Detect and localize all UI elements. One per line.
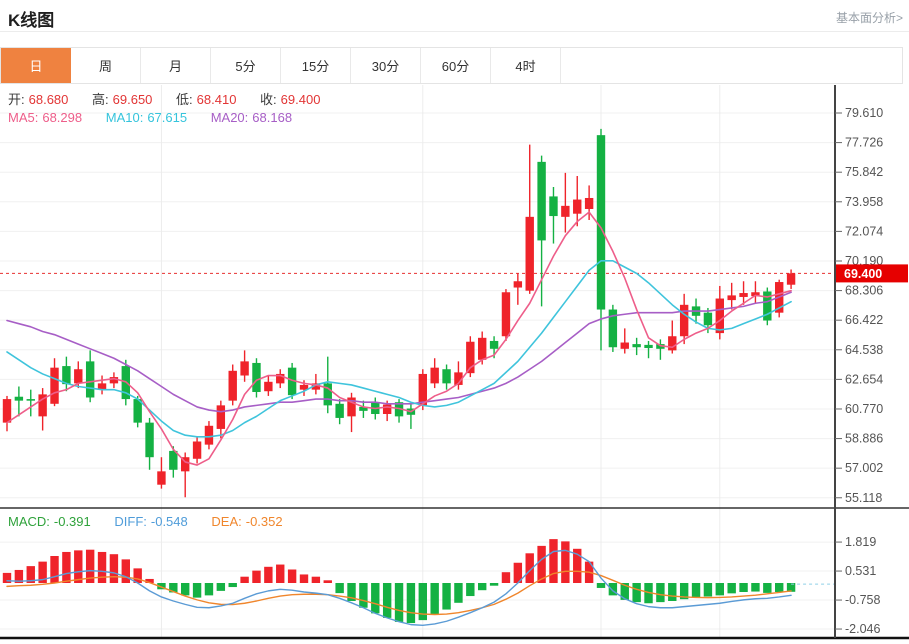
- high-label: 高:: [92, 92, 109, 107]
- svg-text:64.538: 64.538: [845, 343, 883, 357]
- candles-layer: [2, 128, 796, 498]
- macd-label: MACD:: [8, 514, 50, 529]
- svg-text:69.400: 69.400: [844, 267, 882, 281]
- tab-60min[interactable]: 60分: [421, 48, 491, 83]
- tabbar-filler: [561, 48, 902, 83]
- period-tabbar: 日 周 月 5分 15分 30分 60分 4时: [0, 47, 903, 84]
- diff-value: -0.548: [150, 514, 188, 529]
- ma10-label: MA10:: [105, 110, 144, 125]
- dea-label: DEA:: [211, 514, 242, 529]
- svg-text:73.958: 73.958: [845, 195, 883, 209]
- tab-4hour[interactable]: 4时: [491, 48, 561, 83]
- svg-text:-2.046: -2.046: [845, 622, 880, 636]
- ma5-label: MA5:: [8, 110, 39, 125]
- close-label: 收:: [260, 92, 277, 107]
- macd-readout: MACD: -0.391 DIFF: -0.548 DEA: -0.352: [8, 514, 287, 529]
- ma20-label: MA20:: [210, 110, 249, 125]
- svg-text:1.819: 1.819: [845, 535, 876, 549]
- kline-widget: 79.610 77.726 75.842 73.958 72.074 70.190 68.3…: [0, 0, 909, 644]
- svg-text:72.074: 72.074: [845, 224, 883, 238]
- page-title: K线图: [8, 11, 55, 30]
- tab-day[interactable]: 日: [1, 48, 71, 83]
- ma5-value: 68.298: [42, 110, 83, 125]
- svg-text:66.422: 66.422: [845, 313, 883, 327]
- ohlc-readout: 开: 68.680 高: 69.650 低: 68.410 收: 69.400: [8, 89, 324, 108]
- svg-text:62.654: 62.654: [845, 372, 883, 386]
- low-value: 68.410: [196, 92, 237, 107]
- svg-text:77.726: 77.726: [845, 136, 883, 150]
- dea-value: -0.352: [245, 514, 283, 529]
- tab-week[interactable]: 周: [71, 48, 141, 83]
- tab-15min[interactable]: 15分: [281, 48, 351, 83]
- svg-text:55.118: 55.118: [845, 491, 882, 505]
- ma20-value: 68.168: [252, 110, 293, 125]
- header: K线图 基本面分析>: [0, 0, 909, 32]
- svg-text:-0.758: -0.758: [845, 593, 880, 607]
- svg-text:58.886: 58.886: [845, 432, 883, 446]
- diff-label: DIFF:: [114, 514, 147, 529]
- tab-month[interactable]: 月: [141, 48, 211, 83]
- tab-30min[interactable]: 30分: [351, 48, 421, 83]
- svg-text:79.610: 79.610: [845, 106, 883, 120]
- open-label: 开:: [8, 92, 25, 107]
- fundamental-analysis-link[interactable]: 基本面分析>: [836, 9, 903, 26]
- svg-text:60.770: 60.770: [845, 402, 883, 416]
- svg-text:57.002: 57.002: [845, 461, 883, 475]
- ma-readout: MA5: 68.298 MA10: 67.615 MA20: 68.168: [8, 110, 296, 125]
- ma10-value: 67.615: [147, 110, 188, 125]
- svg-text:0.531: 0.531: [845, 564, 876, 578]
- tab-5min[interactable]: 5分: [211, 48, 281, 83]
- open-value: 68.680: [28, 92, 69, 107]
- svg-text:68.306: 68.306: [845, 284, 883, 298]
- macd-value: -0.391: [53, 514, 91, 529]
- svg-text:75.842: 75.842: [845, 165, 883, 179]
- low-label: 低:: [176, 92, 193, 107]
- close-value: 69.400: [280, 92, 321, 107]
- high-value: 69.650: [112, 92, 153, 107]
